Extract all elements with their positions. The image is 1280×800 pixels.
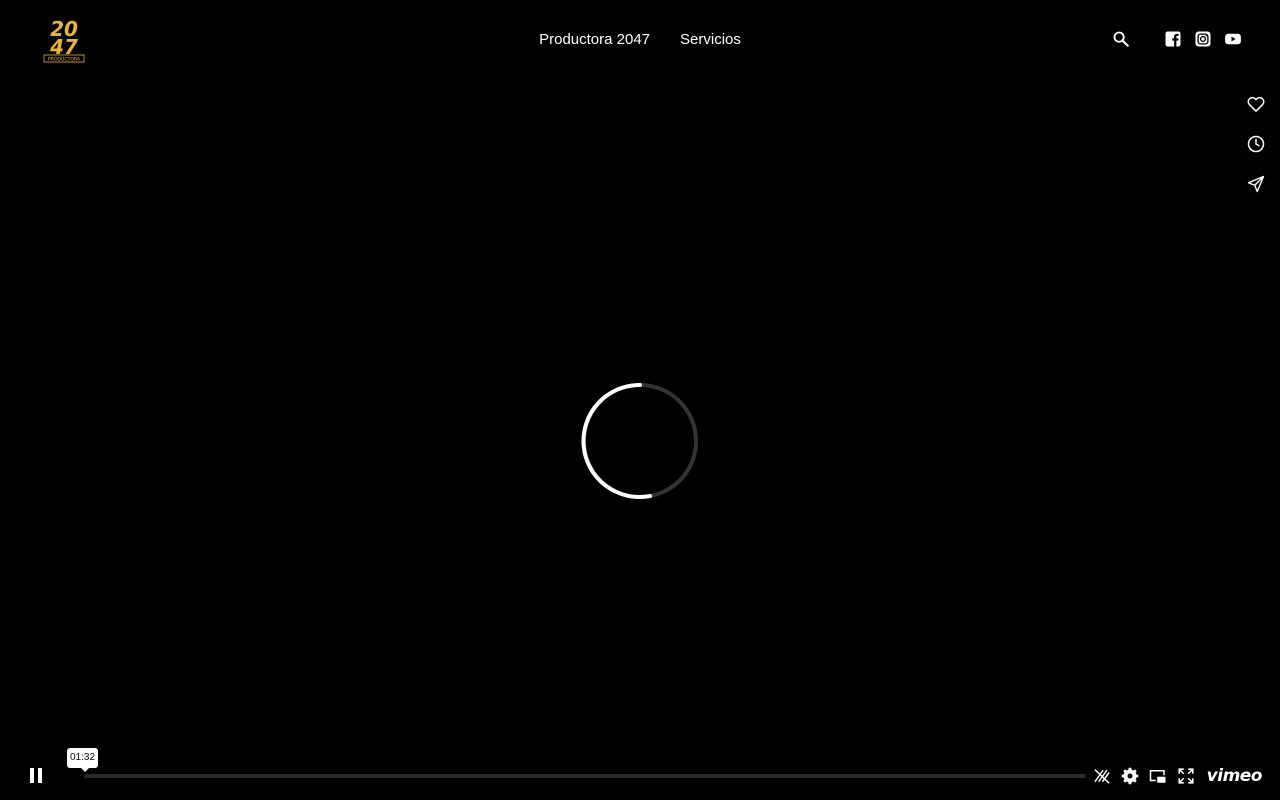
logo-text-bottom: 47 [49, 35, 78, 59]
pip-icon[interactable] [1149, 767, 1167, 785]
fullscreen-icon[interactable] [1177, 767, 1195, 785]
vimeo-logo[interactable]: vimeo [1207, 766, 1263, 786]
nav-item-servicios[interactable]: Servicios [680, 30, 741, 50]
instagram-icon[interactable] [1194, 30, 1212, 48]
player-controls: 01:32 vimeo [0, 748, 1280, 800]
pause-bar-right [38, 768, 42, 783]
pause-button[interactable] [28, 767, 44, 785]
progress-bar[interactable] [84, 774, 1086, 778]
heart-icon[interactable] [1246, 94, 1266, 114]
hd-off-icon[interactable] [1093, 767, 1111, 785]
loading-spinner [581, 382, 698, 499]
send-icon[interactable] [1246, 174, 1266, 194]
clock-icon[interactable] [1246, 134, 1266, 154]
main-nav: Productora 2047 Servicios [0, 30, 1280, 50]
time-tooltip: 01:32 [67, 748, 99, 772]
video-page: 20 47 PRODUCTORA Productora 2047 Servici… [0, 0, 1280, 800]
logo-2047-icon: 20 47 PRODUCTORA [40, 16, 88, 64]
facebook-icon[interactable] [1164, 30, 1182, 48]
pause-bar-left [30, 768, 34, 783]
nav-item-productora[interactable]: Productora 2047 [539, 30, 650, 50]
player-right-controls: vimeo [1093, 766, 1263, 786]
youtube-icon[interactable] [1224, 30, 1242, 48]
header-actions [1112, 30, 1242, 48]
search-icon[interactable] [1112, 30, 1130, 48]
settings-icon[interactable] [1121, 767, 1139, 785]
side-actions [1246, 94, 1266, 194]
logo-caption: PRODUCTORA [48, 57, 81, 63]
brand-logo[interactable]: 20 47 PRODUCTORA [40, 16, 88, 64]
